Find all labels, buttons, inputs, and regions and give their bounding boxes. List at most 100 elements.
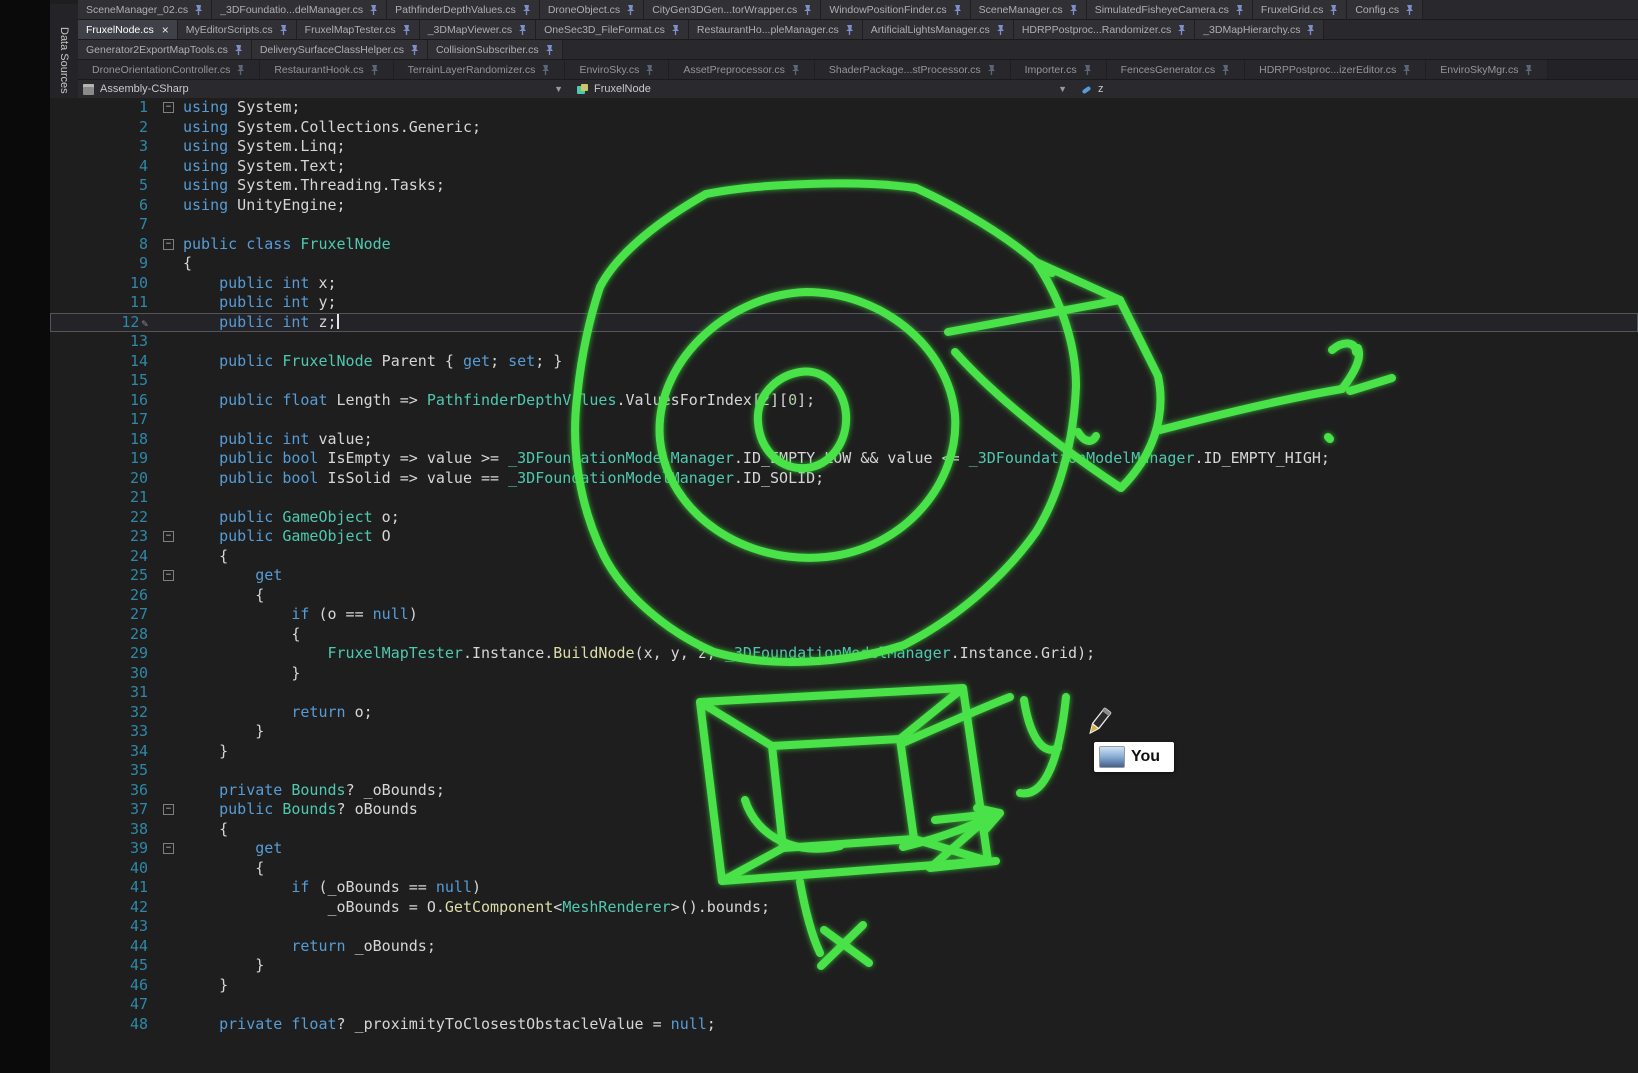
code-line-3[interactable]: 3using System.Linq;: [50, 137, 1638, 157]
code-line-5[interactable]: 5using System.Threading.Tasks;: [50, 176, 1638, 196]
code-line-40[interactable]: 40 {: [50, 859, 1638, 879]
code-line-45[interactable]: 45 }: [50, 956, 1638, 976]
tab-TerrainLayerRandomizer.cs[interactable]: TerrainLayerRandomizer.cs: [394, 60, 566, 79]
chevron-down-icon[interactable]: ▼: [1058, 84, 1075, 94]
code-line-37[interactable]: 37− public Bounds? oBounds: [50, 800, 1638, 820]
tab-FruxelMapTester.cs[interactable]: FruxelMapTester.cs: [297, 20, 420, 39]
code-line-29[interactable]: 29 FruxelMapTester.Instance.BuildNode(x,…: [50, 644, 1638, 664]
code-line-14[interactable]: 14 public FruxelNode Parent { get; set; …: [50, 352, 1638, 372]
pin-icon[interactable]: [1069, 4, 1078, 16]
pin-icon[interactable]: [626, 4, 635, 16]
pin-icon[interactable]: [1405, 4, 1414, 16]
code-line-41[interactable]: 41 if (_oBounds == null): [50, 878, 1638, 898]
tab-_3DMapHierarchy.cs[interactable]: _3DMapHierarchy.cs: [1195, 20, 1324, 39]
code-line-21[interactable]: 21: [50, 488, 1638, 508]
code-line-7[interactable]: 7: [50, 215, 1638, 235]
tab-EnviroSkyMgr.cs[interactable]: EnviroSkyMgr.cs: [1426, 60, 1548, 79]
tab-OneSec3D_FileFormat.cs[interactable]: OneSec3D_FileFormat.cs: [536, 20, 689, 39]
pin-icon[interactable]: [369, 4, 378, 16]
pin-icon[interactable]: [996, 24, 1005, 36]
code-line-38[interactable]: 38 {: [50, 820, 1638, 840]
pin-icon[interactable]: [1235, 4, 1244, 16]
tab-WindowPositionFinder.cs[interactable]: WindowPositionFinder.cs: [821, 0, 970, 19]
tab-FencesGenerator.cs[interactable]: FencesGenerator.cs: [1107, 60, 1246, 79]
code-line-46[interactable]: 46 }: [50, 976, 1638, 996]
tab-DeliverySurfaceClassHelper.cs[interactable]: DeliverySurfaceClassHelper.cs: [252, 40, 428, 59]
pin-icon[interactable]: [645, 64, 654, 76]
code-line-24[interactable]: 24 {: [50, 547, 1638, 567]
code-line-27[interactable]: 27 if (o == null): [50, 605, 1638, 625]
pin-icon[interactable]: [518, 24, 527, 36]
tab-PathfinderDepthValues.cs[interactable]: PathfinderDepthValues.cs: [387, 0, 540, 19]
breadcrumb-member[interactable]: z: [1075, 80, 1638, 98]
code-line-35[interactable]: 35: [50, 761, 1638, 781]
tab-ArtificialLightsManager.cs[interactable]: ArtificialLightsManager.cs: [863, 20, 1014, 39]
pin-icon[interactable]: [522, 4, 531, 16]
tab-MyEditorScripts.cs[interactable]: MyEditorScripts.cs: [178, 20, 297, 39]
code-line-8[interactable]: 8−public class FruxelNode: [50, 235, 1638, 255]
code-line-36[interactable]: 36 private Bounds? _oBounds;: [50, 781, 1638, 801]
tab-AssetPreprocessor.cs[interactable]: AssetPreprocessor.cs: [669, 60, 815, 79]
pin-icon[interactable]: [953, 4, 962, 16]
tab-HDRPPostproc...Randomizer.cs[interactable]: HDRPPostproc...Randomizer.cs: [1014, 20, 1195, 39]
pin-icon[interactable]: [791, 64, 800, 76]
breadcrumb-type[interactable]: FruxelNode ▼: [571, 80, 1075, 98]
pin-icon[interactable]: [234, 44, 243, 56]
code-line-25[interactable]: 25− get: [50, 566, 1638, 586]
pin-icon[interactable]: [1221, 64, 1230, 76]
pin-icon[interactable]: [1524, 64, 1533, 76]
tab-RestaurantHo...pleManager.cs[interactable]: RestaurantHo...pleManager.cs: [689, 20, 863, 39]
fold-toggle-icon[interactable]: −: [163, 804, 174, 815]
close-icon[interactable]: ×: [160, 24, 169, 36]
fold-toggle-icon[interactable]: −: [163, 570, 174, 581]
code-line-23[interactable]: 23− public GameObject O: [50, 527, 1638, 547]
code-line-15[interactable]: 15: [50, 371, 1638, 391]
code-line-44[interactable]: 44 return _oBounds;: [50, 937, 1638, 957]
code-line-22[interactable]: 22 public GameObject o;: [50, 508, 1638, 528]
code-line-4[interactable]: 4using System.Text;: [50, 157, 1638, 177]
tab-Generator2ExportMapTools.cs[interactable]: Generator2ExportMapTools.cs: [78, 40, 252, 59]
code-line-33[interactable]: 33 }: [50, 722, 1638, 742]
code-line-17[interactable]: 17: [50, 410, 1638, 430]
tab-CollisionSubscriber.cs[interactable]: CollisionSubscriber.cs: [428, 40, 563, 59]
tab-DroneObject.cs[interactable]: DroneObject.cs: [540, 0, 644, 19]
fold-toggle-icon[interactable]: −: [163, 102, 174, 113]
pin-icon[interactable]: [845, 24, 854, 36]
tab-CityGen3DGen...torWrapper.cs[interactable]: CityGen3DGen...torWrapper.cs: [644, 0, 821, 19]
tab-SimulatedFisheyeCamera.cs[interactable]: SimulatedFisheyeCamera.cs: [1087, 0, 1253, 19]
pin-icon[interactable]: [1329, 4, 1338, 16]
tab-HDRPPostproc...izerEditor.cs[interactable]: HDRPPostproc...izerEditor.cs: [1245, 60, 1426, 79]
code-line-34[interactable]: 34 }: [50, 742, 1638, 762]
fold-toggle-icon[interactable]: −: [163, 239, 174, 250]
code-line-31[interactable]: 31: [50, 683, 1638, 703]
code-line-48[interactable]: 48 private float? _proximityToClosestObs…: [50, 1015, 1638, 1035]
tab-Importer.cs[interactable]: Importer.cs: [1011, 60, 1107, 79]
fold-toggle-icon[interactable]: −: [163, 843, 174, 854]
pin-icon[interactable]: [236, 64, 245, 76]
code-line-42[interactable]: 42 _oBounds = O.GetComponent<MeshRendere…: [50, 898, 1638, 918]
code-line-9[interactable]: 9{: [50, 254, 1638, 274]
code-line-10[interactable]: 10 public int x;: [50, 274, 1638, 294]
fold-toggle-icon[interactable]: −: [163, 531, 174, 542]
tab-FruxelGrid.cs[interactable]: FruxelGrid.cs: [1253, 0, 1347, 19]
pin-icon[interactable]: [1083, 64, 1092, 76]
code-line-43[interactable]: 43: [50, 917, 1638, 937]
code-line-39[interactable]: 39− get: [50, 839, 1638, 859]
code-line-47[interactable]: 47: [50, 995, 1638, 1015]
tab-FruxelNode.cs[interactable]: FruxelNode.cs×: [78, 20, 178, 39]
pin-icon[interactable]: [541, 64, 550, 76]
pin-icon[interactable]: [545, 44, 554, 56]
pin-icon[interactable]: [194, 4, 203, 16]
pin-icon[interactable]: [987, 64, 996, 76]
code-line-32[interactable]: 32 return o;: [50, 703, 1638, 723]
tab-DroneOrientationController.cs[interactable]: DroneOrientationController.cs: [78, 60, 260, 79]
tab-EnviroSky.cs[interactable]: EnviroSky.cs: [565, 60, 669, 79]
code-line-28[interactable]: 28 {: [50, 625, 1638, 645]
code-line-16[interactable]: 16 public float Length => PathfinderDept…: [50, 391, 1638, 411]
code-line-30[interactable]: 30 }: [50, 664, 1638, 684]
code-line-2[interactable]: 2using System.Collections.Generic;: [50, 118, 1638, 138]
pin-icon[interactable]: [1177, 24, 1186, 36]
pin-icon[interactable]: [279, 24, 288, 36]
code-line-13[interactable]: 13: [50, 332, 1638, 352]
chevron-down-icon[interactable]: ▼: [554, 84, 571, 94]
